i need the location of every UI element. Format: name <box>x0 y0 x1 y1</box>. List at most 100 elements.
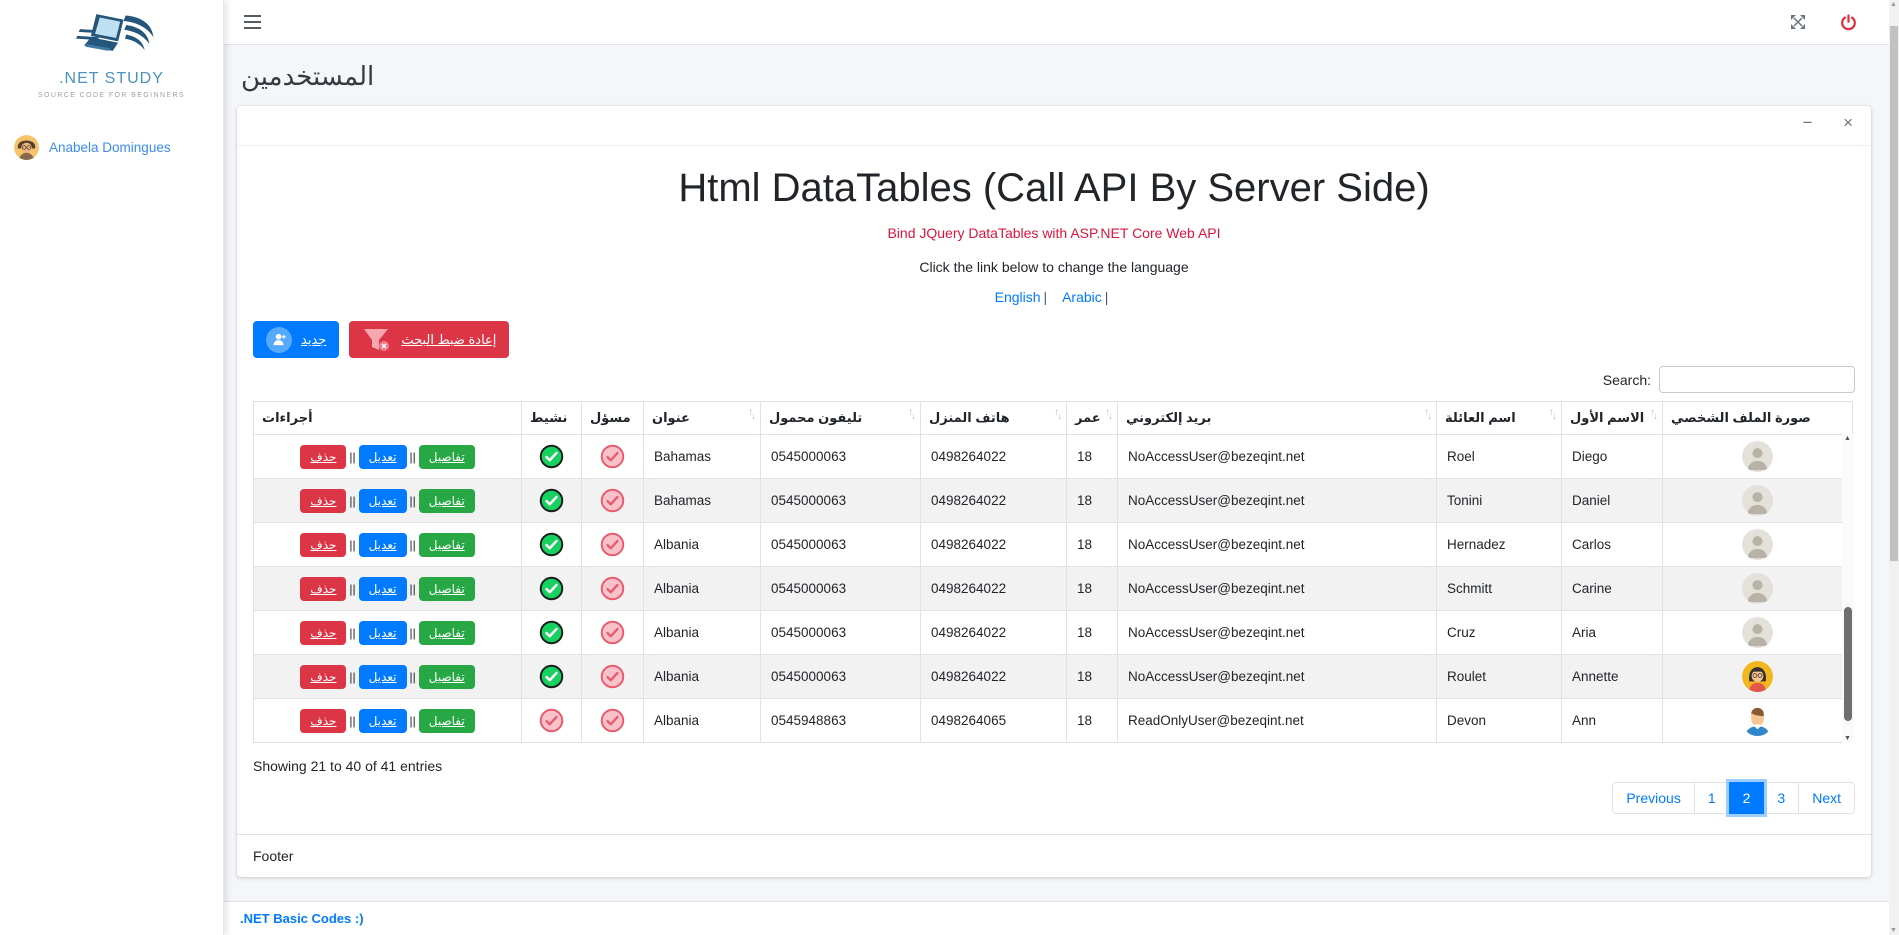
last-name-cell: Roel <box>1437 435 1562 479</box>
delete-button[interactable]: حذف <box>300 621 346 645</box>
admin-cell <box>582 523 644 567</box>
scroll-up-icon[interactable]: ▲ <box>1890 1 1897 8</box>
email-cell: NoAccessUser@bezeqint.net <box>1118 611 1437 655</box>
details-button[interactable]: تفاصيل <box>419 533 475 557</box>
last-name-cell: Roulet <box>1437 655 1562 699</box>
column-header-label: أجراءات <box>262 410 313 425</box>
sidebar-user[interactable]: Anabela Domingues <box>0 125 223 170</box>
app-logo[interactable]: .NET STUDY SOURCE CODE FOR BEGINNERS <box>0 0 223 103</box>
collapse-icon[interactable]: − <box>1797 113 1819 132</box>
column-header-label: عنوان <box>652 410 690 425</box>
scroll-down-icon[interactable]: ▼ <box>1890 927 1897 934</box>
admin-cell <box>582 611 644 655</box>
column-header-actions: أجراءات <box>254 402 522 435</box>
profile-picture-cell <box>1663 699 1853 743</box>
sort-arrows-icon: ↑↓ <box>1549 408 1559 418</box>
column-header-label: مسؤل <box>590 410 631 425</box>
column-header-first-name[interactable]: الاسم الأول↑↓ <box>1562 402 1663 435</box>
delete-button[interactable]: حذف <box>300 709 346 733</box>
details-button[interactable]: تفاصيل <box>419 621 475 645</box>
edit-button[interactable]: تعديل <box>359 665 407 689</box>
new-button[interactable]: جديد <box>253 321 339 358</box>
edit-button[interactable]: تعديل <box>359 489 407 513</box>
search-label: Search: <box>1603 372 1651 388</box>
button-separator: || <box>410 494 416 508</box>
delete-button[interactable]: حذف <box>300 445 346 469</box>
address-cell: Albania <box>644 567 761 611</box>
card-header: − × <box>237 106 1871 146</box>
inactive-check-icon <box>600 532 625 557</box>
details-button[interactable]: تفاصيل <box>419 445 475 469</box>
first-name-cell: Ann <box>1562 699 1663 743</box>
active-cell <box>522 567 582 611</box>
table-scrollbar[interactable]: ▲ ▼ <box>1842 434 1854 743</box>
column-header-address[interactable]: عنوان ↑↓ <box>644 402 761 435</box>
active-cell <box>522 611 582 655</box>
table-header-row: أجراءاتنشيطمسؤلعنوان↑↓تليفون محمول↑↓هاتف… <box>254 402 1853 435</box>
edit-button[interactable]: تعديل <box>359 445 407 469</box>
age-cell: 18 <box>1067 699 1118 743</box>
column-header-age[interactable]: عمر↑↓ <box>1067 402 1118 435</box>
edit-button[interactable]: تعديل <box>359 709 407 733</box>
column-header-label: الاسم الأول <box>1570 410 1644 425</box>
mobile-phone-cell: 0545000063 <box>761 611 921 655</box>
edit-button[interactable]: تعديل <box>359 621 407 645</box>
fullscreen-icon[interactable] <box>1786 10 1810 34</box>
browser-scrollbar[interactable]: ▲ ▼ <box>1889 0 1899 935</box>
details-button[interactable]: تفاصيل <box>419 709 475 733</box>
button-separator: || <box>349 450 355 464</box>
column-header-email[interactable]: بريد إلكتروني↑↓ <box>1118 402 1437 435</box>
age-cell: 18 <box>1067 435 1118 479</box>
last-name-cell: Schmitt <box>1437 567 1562 611</box>
column-header-profile-picture: صورة الملف الشخصي <box>1663 402 1853 435</box>
search-input[interactable] <box>1659 366 1855 393</box>
mobile-phone-cell: 0545000063 <box>761 435 921 479</box>
column-header-mobile-phone[interactable]: تليفون محمول↑↓ <box>761 402 921 435</box>
edit-button[interactable]: تعديل <box>359 533 407 557</box>
pagination-next[interactable]: Next <box>1798 782 1855 814</box>
column-header-label: نشيط <box>530 410 567 425</box>
browser-scrollbar-thumb[interactable] <box>1890 26 1898 561</box>
table-body: حذف||تعديل||تفاصيلBahamas054500006304982… <box>254 435 1853 743</box>
separator: | <box>1105 289 1109 305</box>
active-check-icon <box>539 444 564 469</box>
details-button[interactable]: تفاصيل <box>419 665 475 689</box>
language-link-arabic[interactable]: Arabic <box>1062 289 1102 305</box>
first-name-cell: Annette <box>1562 655 1663 699</box>
edit-button[interactable]: تعديل <box>359 577 407 601</box>
language-link-english[interactable]: English <box>995 289 1041 305</box>
table-scrollbar-thumb[interactable] <box>1844 607 1852 721</box>
power-icon[interactable] <box>1836 10 1861 35</box>
button-separator: || <box>349 626 355 640</box>
email-cell: NoAccessUser@bezeqint.net <box>1118 435 1437 479</box>
delete-button[interactable]: حذف <box>300 533 346 557</box>
address-cell: Bahamas <box>644 435 761 479</box>
details-button[interactable]: تفاصيل <box>419 577 475 601</box>
scroll-down-icon[interactable]: ▼ <box>1844 735 1851 742</box>
button-separator: || <box>349 538 355 552</box>
hamburger-menu-icon[interactable] <box>240 11 265 33</box>
delete-button[interactable]: حذف <box>300 489 346 513</box>
sort-arrows-icon: ↑↓ <box>748 408 758 418</box>
age-cell: 18 <box>1067 479 1118 523</box>
scroll-up-icon[interactable]: ▲ <box>1844 435 1851 442</box>
delete-button[interactable]: حذف <box>300 577 346 601</box>
details-button[interactable]: تفاصيل <box>419 489 475 513</box>
column-header-home-phone[interactable]: هاتف المنزل↑↓ <box>921 402 1067 435</box>
active-check-icon <box>539 664 564 689</box>
pagination-previous[interactable]: Previous <box>1612 782 1694 814</box>
inactive-check-icon <box>600 488 625 513</box>
column-header-last-name[interactable]: اسم العائلة↑↓ <box>1437 402 1562 435</box>
close-icon[interactable]: × <box>1837 113 1859 132</box>
pagination-page-1[interactable]: 1 <box>1694 782 1730 814</box>
pagination-page-2[interactable]: 2 <box>1729 782 1765 814</box>
actions-cell: حذف||تعديل||تفاصيل <box>254 435 522 479</box>
separator: | <box>1044 289 1048 305</box>
active-check-icon <box>539 488 564 513</box>
table-row: حذف||تعديل||تفاصيلBahamas054500006304982… <box>254 435 1853 479</box>
pagination-page-3[interactable]: 3 <box>1763 782 1799 814</box>
reset-search-button[interactable]: إعادة ضبط البحث <box>349 321 509 358</box>
delete-button[interactable]: حذف <box>300 665 346 689</box>
admin-cell <box>582 699 644 743</box>
actions-cell: حذف||تعديل||تفاصيل <box>254 567 522 611</box>
